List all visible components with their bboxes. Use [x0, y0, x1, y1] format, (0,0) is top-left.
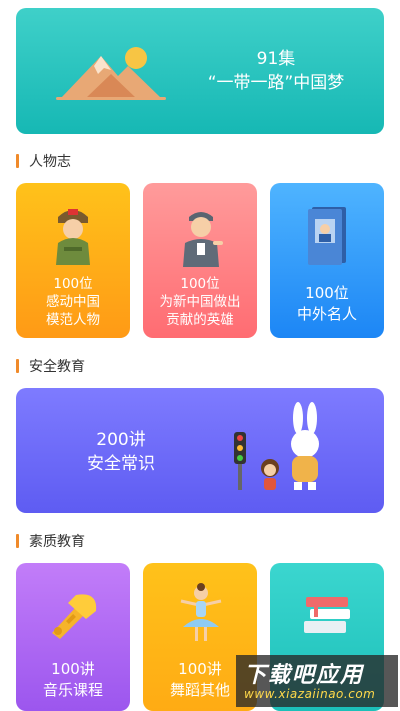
card-text: 100位 为新中国做出 贡献的英雄 [143, 275, 257, 329]
card-line2: 感动中国 [46, 294, 100, 310]
card-text: 100位 中外名人 [270, 283, 384, 325]
banner-line1: 91集 [256, 49, 296, 69]
card-text: 100讲 音乐课程 [16, 659, 130, 701]
card-line1: 100位 [305, 284, 349, 302]
banner-text: 91集 “一带一路”中国梦 [176, 48, 376, 96]
trumpet-icon [52, 594, 97, 639]
watermark-url: www.xiazaiinao.com [244, 687, 376, 701]
card-line1: 100位 [53, 276, 93, 292]
book-icon [308, 207, 346, 265]
card-music-course[interactable]: 100讲 音乐课程 [16, 563, 130, 711]
watermark-title: 下载吧应用 [244, 663, 365, 688]
section-people-title: 人物志 [16, 152, 71, 170]
safety-line1: 200讲 [96, 430, 146, 450]
section-accent-bar [16, 359, 19, 373]
card-celebrities[interactable]: 100位 中外名人 [270, 183, 384, 338]
section-safety-title: 安全教育 [16, 357, 85, 375]
banner-line2: “一带一路”中国梦 [207, 73, 345, 93]
mountain-sun-icon [56, 47, 166, 100]
card-safety-knowledge[interactable]: 200讲 安全常识 [16, 388, 384, 513]
section-label: 安全教育 [29, 359, 85, 375]
watermark: 下载吧应用 www.xiazaiinao.com [236, 655, 398, 707]
card-text: 100位 感动中国 模范人物 [16, 275, 130, 329]
card-line2: 中外名人 [296, 305, 357, 323]
card-line1: 100讲 [51, 660, 95, 678]
section-quality-title: 素质教育 [16, 532, 85, 550]
safety-line2: 安全常识 [87, 454, 155, 474]
books-icon [304, 597, 350, 633]
card-line3: 贡献的英雄 [166, 312, 234, 328]
ballerina-icon [180, 583, 222, 641]
safety-text: 200讲 安全常识 [66, 428, 176, 476]
soldier-icon [56, 209, 90, 265]
traffic-light-rabbit-icon [234, 402, 319, 490]
card-line1: 100位 [180, 276, 220, 292]
card-line3: 模范人物 [46, 312, 100, 328]
section-label: 人物志 [29, 154, 71, 170]
section-label: 素质教育 [29, 534, 85, 550]
card-heroes[interactable]: 100位 为新中国做出 贡献的英雄 [143, 183, 257, 338]
section-accent-bar [16, 154, 19, 168]
hero-icon [183, 212, 223, 267]
dream-banner[interactable]: 91集 “一带一路”中国梦 [16, 8, 384, 134]
card-line2: 为新中国做出 [159, 294, 241, 310]
section-accent-bar [16, 534, 19, 548]
card-line2: 音乐课程 [42, 681, 103, 699]
card-model-figures[interactable]: 100位 感动中国 模范人物 [16, 183, 130, 338]
